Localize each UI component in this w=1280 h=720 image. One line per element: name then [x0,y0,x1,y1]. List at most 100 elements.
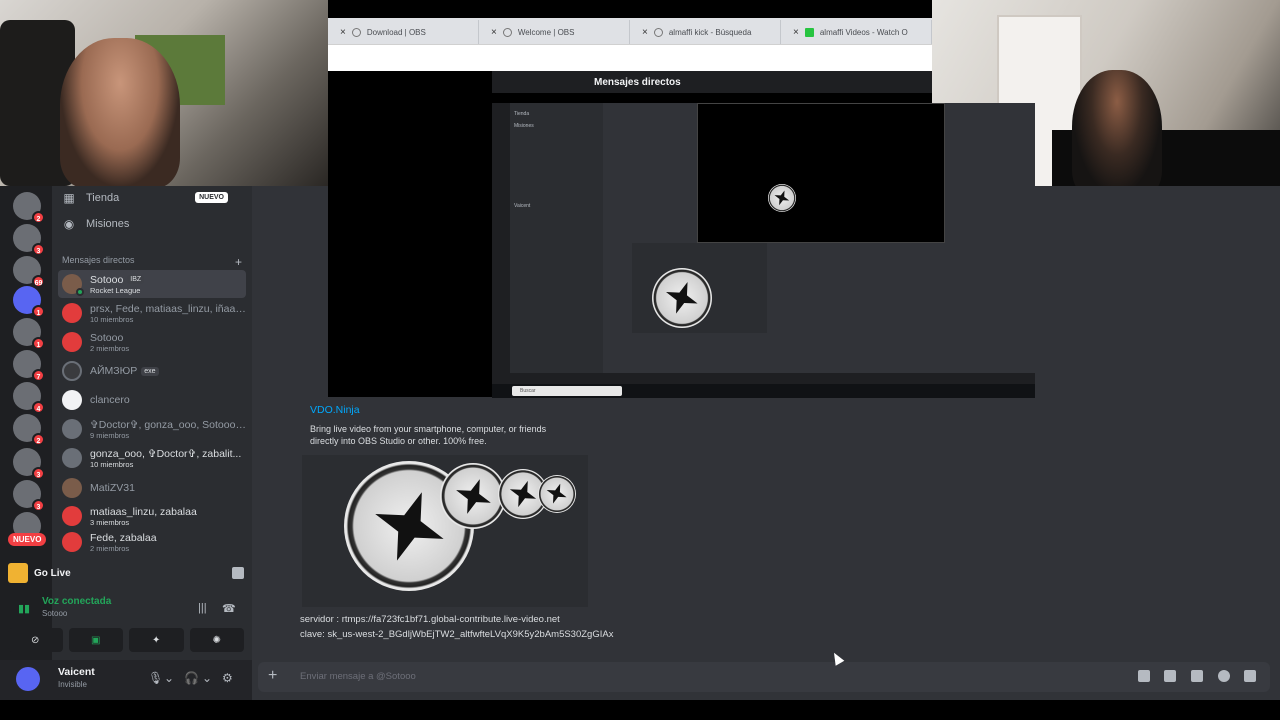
nested-screen: Tienda Misiones Vaicent Buscar [492,103,1035,398]
bottom-border [0,700,1280,720]
dm-item[interactable]: Sotooo IBZ Rocket League [58,270,246,298]
dm-item[interactable]: АЙМЗЮР exe [58,357,246,385]
new-pill[interactable]: NUEVO [8,533,47,546]
dm-tag: IBZ [127,275,145,285]
dm-item[interactable]: clancero [58,386,246,414]
tab-label: almaffi kick - Búsqueda [668,27,752,37]
soundboard-button[interactable]: ✺ [189,628,244,652]
nested-text: Tienda [514,111,530,117]
dm-header: Mensajes directos + [62,255,242,269]
close-icon[interactable] [232,567,244,579]
discord-icon[interactable]: 1 [13,286,45,318]
dm-name: prsx, Fede, matiaas_linzu, iñaa,... [90,302,246,315]
dm-name: Sotooo [90,331,124,344]
server-icon[interactable]: 1 [13,318,45,350]
address-bar[interactable] [328,44,932,71]
noise-suppression-icon[interactable]: ||| [198,602,207,614]
nav-item-quests[interactable]: ◉ Misiones [62,212,242,236]
chevron-down-icon[interactable]: ⌄ [164,671,174,685]
voice-status[interactable]: Voz conectada [42,596,111,607]
gif-icon[interactable] [1164,670,1176,682]
headphones-icon[interactable]: 🎧 [184,671,199,685]
dm-members: 2 miembros [90,343,130,353]
message-input[interactable]: Enviar mensaje a @Sotooo [300,671,416,682]
new-badge: NUEVO [195,192,228,203]
nested-sidebar: Tienda Misiones Vaicent [510,103,603,373]
server-icon[interactable]: 7 [13,350,45,382]
server-icon[interactable]: 3 [13,480,45,512]
add-attachment-icon[interactable]: + [268,667,277,685]
chat-area: VDO.Ninja Bring live video from your sma… [252,397,1280,655]
dm-members: 10 miembros [90,459,134,469]
go-live-row[interactable]: Go Live [8,560,244,586]
activities-button[interactable]: ✦ [129,628,184,652]
close-tab-icon[interactable]: × [340,27,346,38]
badge: 1 [32,305,45,318]
status-dot [76,288,84,296]
gear-icon[interactable]: ⚙ [222,671,233,685]
dm-tag: exe [141,366,159,376]
dm-item[interactable]: prsx, Fede, matiaas_linzu, iñaa,... 10 m… [58,299,246,327]
avatar [62,390,82,410]
disconnect-icon[interactable]: ☎ [222,602,236,615]
close-tab-icon[interactable]: × [793,27,799,38]
share-header: Mensajes directos [492,71,932,93]
server-icon[interactable]: 3 [13,224,45,256]
chevron-down-icon[interactable]: ⌄ [202,671,212,685]
browser-tab[interactable]: × Welcome | OBS [479,20,630,44]
sticker-icon[interactable] [1191,670,1203,682]
dm-members: 9 miembros [90,430,130,440]
nav-item-shop[interactable]: ▦ Tienda NUEVO [62,186,242,210]
microphone-icon[interactable]: 🎙 [148,671,163,685]
voice-buttons: ⊘ ▣ ✦ ✺ [8,628,244,652]
browser-tab[interactable]: × almaffi kick - Búsqueda [630,20,781,44]
server-icon[interactable]: 3 [13,448,45,480]
user-name[interactable]: Vaicent [58,666,95,678]
embed-title[interactable]: VDO.Ninja [310,404,360,416]
dm-item[interactable]: Fede, zabalaa 2 miembros [58,530,246,554]
globe-icon [351,27,361,37]
message-text: servidor : rtmps://fa723fc1bf71.global-c… [300,614,560,625]
dm-members: 2 miembros [90,543,130,553]
voice-panel: ▮▮ Voz conectada Sotooo ||| ☎ [8,596,244,626]
server-icon[interactable]: 2 [13,414,45,446]
dm-item[interactable]: Sotooo 2 miembros [58,328,246,356]
dm-item[interactable]: ✞Doctor✞, gonza_ooo, Sotooo,... 9 miembr… [58,415,246,443]
nested-text: Misiones [514,123,534,129]
signal-icon: ▮▮ [18,603,31,615]
camera-button[interactable]: ⊘ [8,628,63,652]
person [60,38,180,186]
avatar[interactable] [16,667,40,691]
ninja-logo [652,268,712,328]
dm-item[interactable]: MatiZV31 [58,474,246,502]
close-tab-icon[interactable]: × [642,27,648,38]
dm-name: clancero [90,394,130,406]
add-dm-icon[interactable]: + [235,255,242,269]
nested-embed [632,243,767,333]
avatar [62,506,82,526]
browser-tab[interactable]: × almaffi Videos - Watch O [781,20,932,44]
share-title: Mensajes directos [594,76,681,88]
dm-name: ✞Doctor✞, gonza_ooo, Sotooo,... [90,418,246,431]
avatar [62,361,82,381]
badge: 69 [32,275,45,288]
emoji-icon[interactable] [1218,670,1230,682]
screen-share-button[interactable]: ▣ [68,628,123,652]
server-icon[interactable]: 2 [13,192,45,224]
badge: 4 [32,401,45,414]
dm-members: 3 miembros [90,517,130,527]
badge: 2 [32,211,45,224]
browser-tab[interactable]: × Download | OBS [328,20,479,44]
globe-icon [502,27,512,37]
gift-icon[interactable] [1138,670,1150,682]
dm-item[interactable]: matiaas_linzu, zabalaa 3 miembros [58,502,246,530]
dm-item[interactable]: gonza_ooo, ✞Doctor✞, zabalit... 10 miemb… [58,444,246,472]
tab-label: Download | OBS [366,27,426,37]
nav-label: Misiones [86,218,130,230]
server-icon[interactable]: 4 [13,382,45,414]
message-text: clave: sk_us-west-2_BGdljWbEjTW2_altfwft… [300,629,614,640]
server-icon[interactable]: 69 [13,256,45,288]
embed-image[interactable] [302,455,588,607]
close-tab-icon[interactable]: × [491,27,497,38]
apps-icon[interactable] [1244,670,1256,682]
